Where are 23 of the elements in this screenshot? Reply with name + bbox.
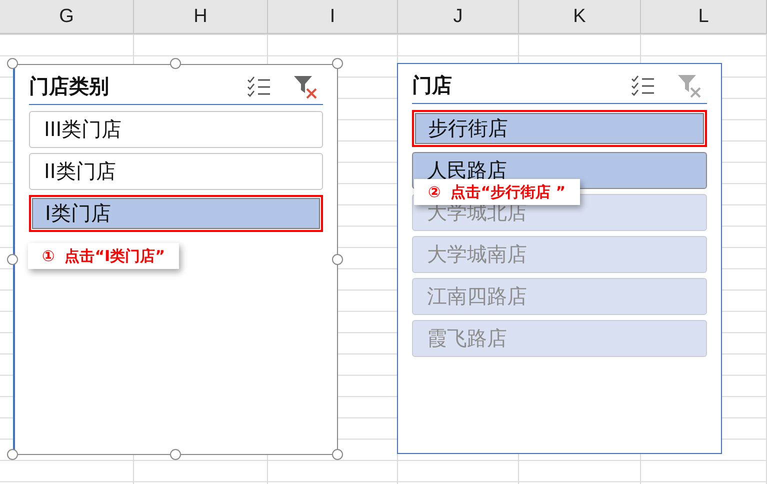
step-number: ① [42, 247, 55, 265]
column-header[interactable]: J [398, 0, 519, 33]
callout-text: 点击“I类门店” [64, 247, 166, 265]
slicer-title: 门店类别 [29, 73, 110, 100]
multi-select-icon[interactable] [247, 76, 271, 98]
slicer-item[interactable]: II类门店 [29, 153, 323, 190]
column-header[interactable]: H [134, 0, 268, 33]
column-header[interactable]: L [641, 0, 767, 33]
resize-handle[interactable] [332, 58, 343, 69]
slicer-title: 门店 [412, 72, 453, 99]
multi-select-icon[interactable] [631, 74, 655, 96]
column-header[interactable]: K [519, 0, 641, 33]
column-header[interactable]: I [268, 0, 398, 33]
resize-handle[interactable] [7, 58, 18, 69]
slicer-item[interactable]: 步行街店 [412, 110, 707, 147]
resize-handle[interactable] [7, 449, 18, 460]
clear-filter-icon[interactable] [293, 74, 319, 98]
resize-handle[interactable] [7, 254, 18, 264]
resize-handle[interactable] [332, 449, 343, 460]
column-header[interactable]: G [0, 0, 134, 33]
resize-handle[interactable] [170, 58, 180, 69]
slicer-item[interactable]: III类门店 [29, 111, 323, 148]
slicer-item[interactable]: I类门店 [29, 195, 323, 232]
